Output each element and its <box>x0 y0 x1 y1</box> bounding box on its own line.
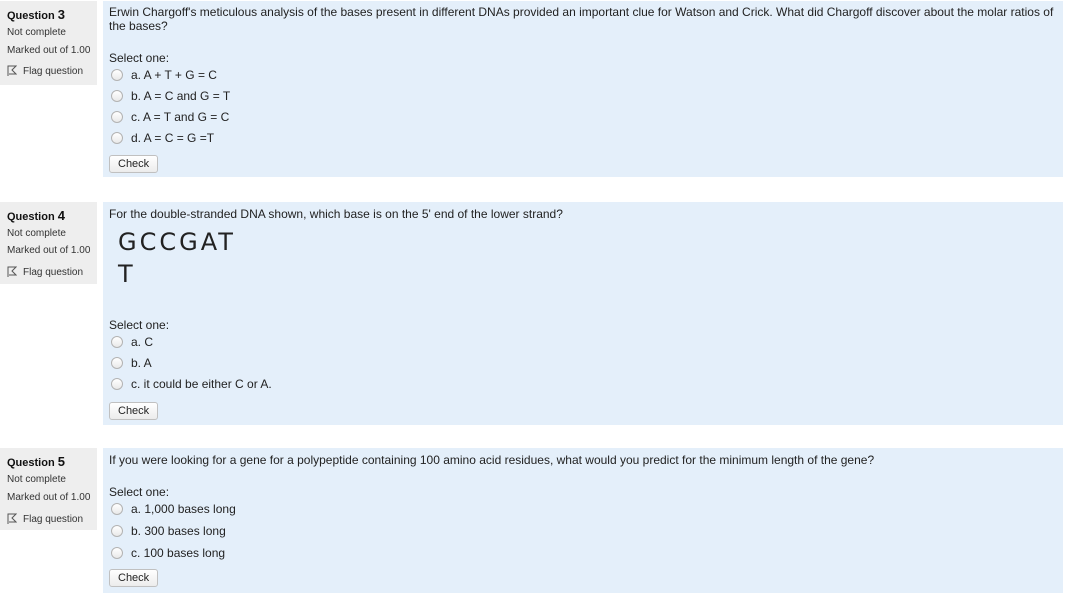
question-text: For the double-stranded DNA shown, which… <box>109 207 563 221</box>
answer-option[interactable]: a. C <box>111 335 153 349</box>
answer-option[interactable]: b. 300 bases long <box>111 524 226 538</box>
question-info: Question 5 Not complete Marked out of 1.… <box>0 448 97 530</box>
radio-button[interactable] <box>111 336 123 348</box>
radio-button[interactable] <box>111 111 123 123</box>
check-button[interactable]: Check <box>109 402 159 420</box>
radio-button[interactable] <box>111 503 123 515</box>
radio-button[interactable] <box>111 132 123 144</box>
question-info: Question 4 Not complete Marked out of 1.… <box>0 202 97 284</box>
answer-option[interactable]: a. A + T + G = C <box>111 68 217 82</box>
question-text: If you were looking for a gene for a pol… <box>109 453 875 467</box>
radio-button[interactable] <box>111 525 123 537</box>
flag-question-button[interactable]: Flag question <box>7 266 83 278</box>
question-state: Not complete <box>7 474 66 485</box>
option-label: b. 300 bases long <box>131 524 226 538</box>
answer-option[interactable]: c. 100 bases long <box>111 546 225 560</box>
flag-icon <box>7 513 17 524</box>
select-prompt: Select one: <box>109 51 170 65</box>
select-prompt: Select one: <box>109 318 170 332</box>
check-button[interactable]: Check <box>109 155 159 173</box>
select-prompt: Select one: <box>109 485 170 499</box>
flag-label: Flag question <box>23 266 84 278</box>
question-number: Question 5 <box>7 454 65 469</box>
answer-option[interactable]: d. A = C = G =T <box>111 131 214 145</box>
option-label: a. A + T + G = C <box>131 68 217 82</box>
dna-bottom-strand: T <box>118 260 133 288</box>
dna-top-strand: GCCGAT <box>118 228 236 256</box>
flag-label: Flag question <box>23 513 84 525</box>
radio-button[interactable] <box>111 357 123 369</box>
flag-question-button[interactable]: Flag question <box>7 65 83 77</box>
question-state: Not complete <box>7 27 66 38</box>
option-label: c. 100 bases long <box>131 546 226 560</box>
radio-button[interactable] <box>111 378 123 390</box>
option-label: a. C <box>131 335 154 349</box>
option-label: c. A = T and G = C <box>131 110 230 124</box>
question-state: Not complete <box>7 228 66 239</box>
question-mark: Marked out of 1.00 <box>7 245 91 256</box>
option-label: a. 1,000 bases long <box>131 502 236 516</box>
answer-option[interactable]: c. A = T and G = C <box>111 110 229 124</box>
answer-option[interactable]: b. A = C and G = T <box>111 89 230 103</box>
question-content: For the double-stranded DNA shown, which… <box>103 202 1063 425</box>
radio-button[interactable] <box>111 547 123 559</box>
flag-icon <box>7 65 17 76</box>
question-text: Erwin Chargoff's meticulous analysis of … <box>109 5 1054 33</box>
radio-button[interactable] <box>111 90 123 102</box>
flag-label: Flag question <box>23 65 84 77</box>
question-content: Erwin Chargoff's meticulous analysis of … <box>103 1 1063 177</box>
answer-option[interactable]: b. A <box>111 356 152 370</box>
answer-option[interactable]: c. it could be either C or A. <box>111 377 272 391</box>
answer-option[interactable]: a. 1,000 bases long <box>111 502 236 516</box>
question-number: Question 4 <box>7 208 65 223</box>
option-label: c. it could be either C or A. <box>131 377 272 391</box>
question-info: Question 3 Not complete Marked out of 1.… <box>0 1 97 85</box>
option-label: b. A <box>131 356 152 370</box>
question-number: Question 3 <box>7 7 65 22</box>
option-label: b. A = C and G = T <box>131 89 231 103</box>
flag-question-button[interactable]: Flag question <box>7 513 83 525</box>
question-mark: Marked out of 1.00 <box>7 492 91 503</box>
check-button[interactable]: Check <box>109 569 159 587</box>
radio-button[interactable] <box>111 69 123 81</box>
question-mark: Marked out of 1.00 <box>7 45 91 56</box>
option-label: d. A = C = G =T <box>131 131 215 145</box>
flag-icon <box>7 266 17 277</box>
question-content: If you were looking for a gene for a pol… <box>103 448 1063 593</box>
